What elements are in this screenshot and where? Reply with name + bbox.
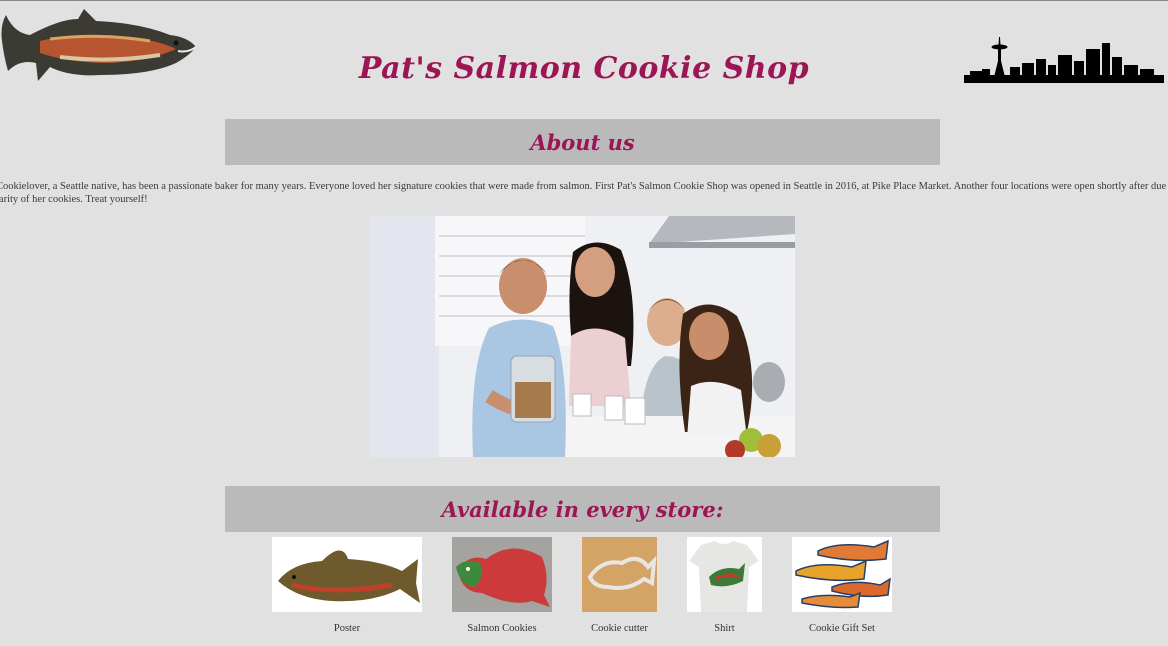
- product-label: Shirt: [714, 623, 735, 634]
- cookie-gift-set-image: [792, 537, 892, 612]
- family-photo: [369, 216, 795, 457]
- site-title: Pat's Salmon Cookie Shop: [358, 51, 810, 86]
- product-poster: Poster: [272, 537, 422, 634]
- product-label: Salmon Cookies: [467, 623, 537, 634]
- product-label: Cookie Gift Set: [809, 623, 875, 634]
- products-banner: Available in every store:: [225, 486, 940, 532]
- product-cookie-gift-set: Cookie Gift Set: [792, 537, 892, 634]
- about-text-line-2: larity of her cookies. Treat yourself!: [0, 194, 148, 205]
- about-text: Cookielover, a Seattle native, has been …: [0, 180, 1168, 206]
- cookie-cutter-image: [582, 537, 657, 612]
- product-shirt: Shirt: [687, 537, 762, 634]
- products-heading: Available in every store:: [441, 497, 724, 522]
- about-text-line-1: Cookielover, a Seattle native, has been …: [0, 181, 1168, 192]
- salmon-poster-image: [272, 537, 422, 612]
- salmon-cookie-image: [452, 537, 552, 612]
- product-cookie-cutter: Cookie cutter: [582, 537, 657, 634]
- product-label: Poster: [333, 623, 361, 634]
- shirt-image: [687, 537, 762, 612]
- product-label: Cookie cutter: [591, 623, 648, 634]
- product-salmon-cookies: Salmon Cookies: [452, 537, 552, 634]
- about-heading: About us: [530, 130, 635, 155]
- about-banner: About us: [225, 119, 940, 165]
